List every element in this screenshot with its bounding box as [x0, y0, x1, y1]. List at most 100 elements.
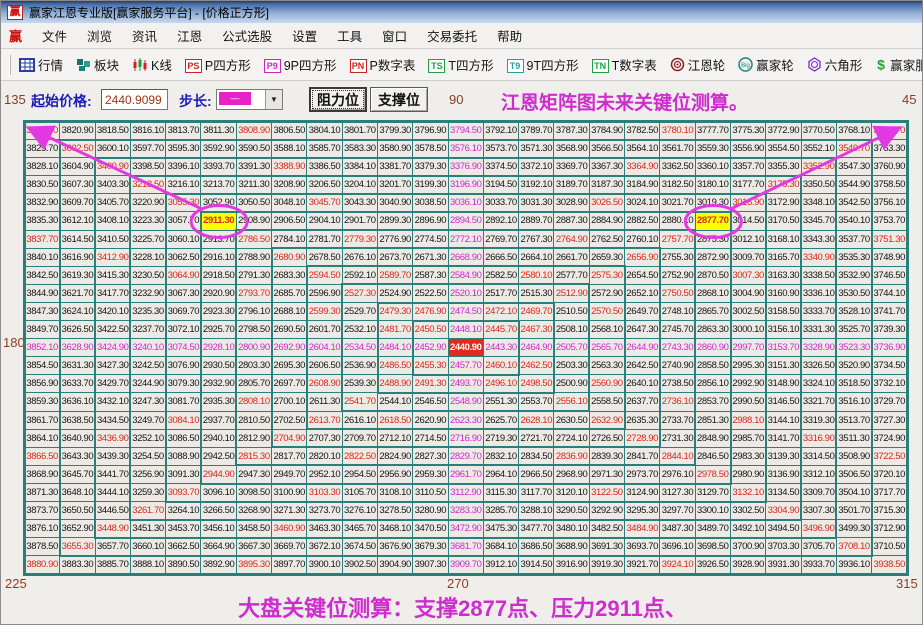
grid-cell: 2700.10 — [272, 393, 308, 412]
dropdown-arrow-icon[interactable]: ▼ — [265, 90, 282, 109]
grid-cell: 3182.50 — [660, 176, 696, 195]
toolbar-item-T四方形[interactable]: TS T四方形 — [426, 53, 495, 76]
dollar-icon: $ — [875, 57, 887, 72]
grid-cell: 2976.10 — [660, 465, 696, 484]
grid-cell: 3069.70 — [166, 302, 202, 322]
menu-item-工具[interactable]: 工具 — [327, 23, 372, 48]
grid-cell: 3660.10 — [130, 538, 167, 557]
grid-cell: 2493.70 — [448, 375, 484, 394]
grid-cell: 2577.70 — [554, 266, 590, 285]
menu-item-江恩[interactable]: 江恩 — [167, 23, 212, 48]
grid-cell: 3537.70 — [836, 230, 873, 249]
grid-cell: 3297.70 — [660, 501, 696, 521]
grid-cell: 3583.30 — [342, 140, 378, 159]
toolbar-item-板块[interactable]: 板块 — [74, 53, 121, 76]
grid-cell: 2580.10 — [519, 266, 555, 285]
grid-cell: 3043.30 — [342, 194, 378, 213]
menu-item-资讯[interactable]: 资讯 — [122, 23, 167, 48]
grid-cell: 3235.30 — [130, 302, 167, 322]
grid-cell: 3307.30 — [801, 501, 837, 521]
grid-cell: 2997.70 — [730, 339, 767, 358]
support-button[interactable]: 支撑位 — [370, 87, 428, 112]
grid-cell: 2772.10 — [448, 230, 484, 249]
grid-cell: 2851.30 — [695, 411, 731, 430]
toolbar-item-T数字表[interactable]: TN T数字表 — [590, 53, 659, 76]
menu-item-文件[interactable]: 文件 — [32, 23, 77, 48]
grid-cell: 2788.90 — [236, 248, 273, 267]
toolbar-item-P数字表[interactable]: PN P数字表 — [348, 53, 418, 76]
gann-square-zone: 180 赢家江恩 赢家江恩 赢家江恩 3823.303820.903818.50… — [1, 119, 922, 577]
toolbar-item-行情[interactable]: 行情 — [17, 53, 65, 76]
grid-cell: 3888.10 — [130, 556, 167, 575]
grid-cell: 3326.50 — [801, 357, 837, 376]
grid-cell: 2848.90 — [695, 429, 731, 448]
angle-label-45: 45 — [902, 92, 917, 107]
grid-cell: 3213.70 — [201, 176, 237, 195]
grid-cell: 2719.30 — [483, 429, 520, 448]
grid-cell: 3024.10 — [625, 194, 661, 213]
grid-cell: 3806.50 — [272, 122, 308, 141]
grid-cell: 3662.50 — [166, 538, 202, 557]
grid-cell: 3523.30 — [836, 339, 873, 358]
grid-cell: 2906.50 — [272, 212, 308, 231]
toolbar-item-9P四方形[interactable]: P9 9P四方形 — [262, 53, 339, 76]
grid-cell: 2452.90 — [413, 339, 449, 358]
toolbar-item-赢家轮[interactable]: Big 赢家轮 — [736, 53, 796, 76]
step-dropdown[interactable]: — ▼ — [216, 89, 283, 110]
toolbar-item-9T四方形[interactable]: T9 9T四方形 — [505, 53, 581, 76]
grid-cell: 2800.90 — [236, 339, 273, 358]
grid-cell: 3014.50 — [730, 212, 767, 231]
grid-cell: 3064.90 — [166, 266, 202, 285]
grid-cell: 3105.70 — [342, 483, 378, 502]
grid-cell: 3676.90 — [377, 538, 414, 557]
grid-cell: 3532.90 — [836, 266, 873, 285]
grid-cell: 3566.50 — [589, 140, 626, 159]
grid-cell: 3681.70 — [448, 538, 484, 557]
grid-cell: 3739.30 — [872, 321, 908, 340]
grid-cell: 2553.70 — [519, 393, 555, 412]
grid-cell: 2522.50 — [413, 284, 449, 303]
grid-cell: 2544.10 — [377, 393, 414, 412]
resistance-button[interactable]: 阻力位 — [309, 87, 367, 112]
menu-item-交易委托[interactable]: 交易委托 — [417, 23, 487, 48]
grid-cell: 3357.70 — [730, 158, 767, 177]
grid-cell: 3684.10 — [483, 538, 520, 557]
grid-cell: 3403.30 — [95, 176, 131, 195]
menu-item-窗口[interactable]: 窗口 — [372, 23, 417, 48]
grid-cell: 3081.70 — [166, 393, 202, 412]
grid-cell: 3242.50 — [130, 357, 167, 376]
grid-cell: 3544.90 — [836, 176, 873, 195]
menu-item-设置[interactable]: 设置 — [282, 23, 327, 48]
grid-cell: 3604.90 — [60, 158, 96, 177]
grid-cell: 2728.90 — [625, 429, 661, 448]
grid-cell: 2930.50 — [201, 357, 237, 376]
grid-cell: 2820.10 — [307, 447, 343, 466]
step-label: 步长: — [179, 93, 212, 109]
grid-cell: 3549.70 — [836, 140, 873, 159]
grid-cell: 3744.10 — [872, 284, 908, 303]
menu-item-公式选股[interactable]: 公式选股 — [212, 23, 282, 48]
grid-cell: 2767.30 — [519, 230, 555, 249]
toolbar-item-P四方形[interactable]: PS P四方形 — [183, 53, 253, 76]
start-price-input[interactable] — [101, 89, 168, 110]
grid-cell: 2476.90 — [413, 302, 449, 322]
grid-cell: 3736.90 — [872, 339, 908, 358]
toolbar-item-赢家服务[interactable]: $ 赢家服务 — [873, 53, 922, 76]
svg-text:Big: Big — [741, 63, 750, 69]
toolbar-item-K线[interactable]: K线 — [130, 53, 174, 76]
toolbar-item-label: 9P四方形 — [283, 59, 337, 73]
grid-cell: 3453.70 — [166, 520, 202, 539]
grid-cell: 2628.10 — [519, 411, 555, 430]
toolbar-item-六角形[interactable]: 六角形 — [805, 53, 865, 76]
grid-cell: 2884.90 — [589, 212, 626, 231]
grid-cell: 2594.50 — [307, 266, 343, 285]
grid-cell: 2724.10 — [554, 429, 590, 448]
grid-cell: 3772.90 — [766, 122, 802, 141]
grid-cell: 2738.50 — [660, 375, 696, 394]
grid-cell: 2472.10 — [483, 302, 520, 322]
menu-item-浏览[interactable]: 浏览 — [77, 23, 122, 48]
grid-cell: 3511.30 — [836, 429, 873, 448]
menu-item-帮助[interactable]: 帮助 — [487, 23, 532, 48]
toolbar-item-江恩轮[interactable]: 江恩轮 — [668, 53, 728, 76]
grid-cell: 2587.30 — [413, 266, 449, 285]
